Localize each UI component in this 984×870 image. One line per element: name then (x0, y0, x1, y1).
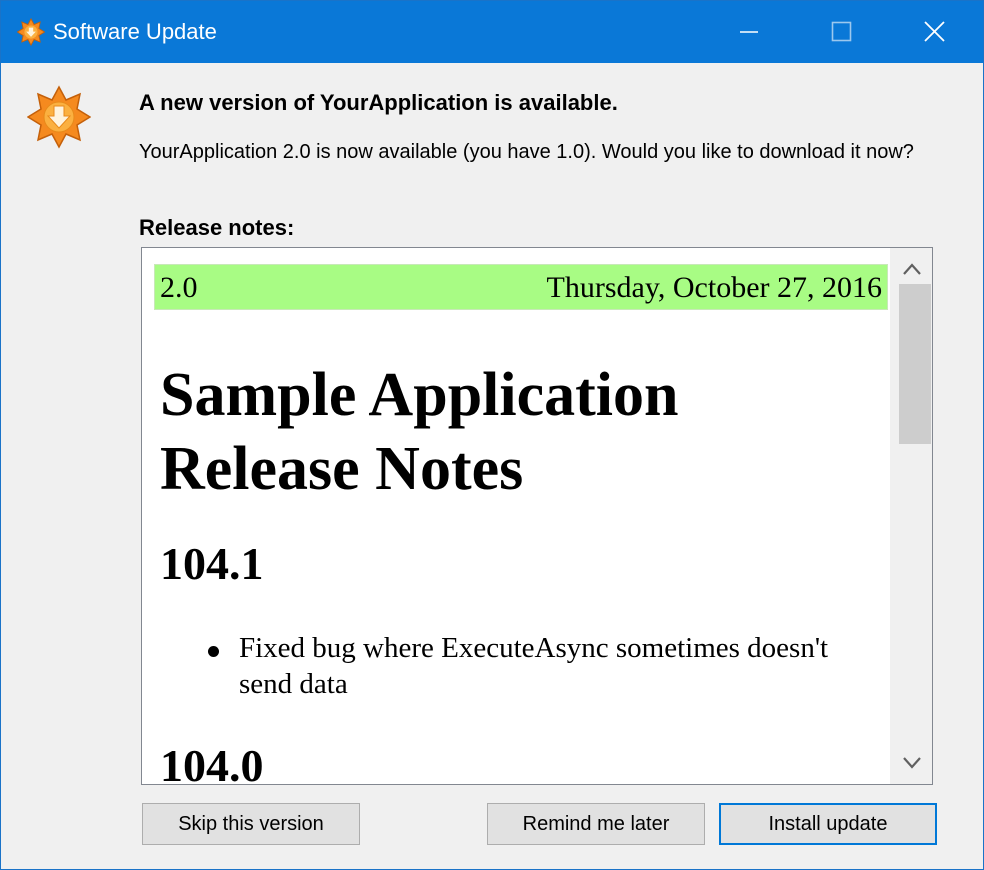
remind-later-button[interactable]: Remind me later (487, 803, 705, 845)
window-title: Software Update (53, 19, 217, 44)
chevron-down-icon (903, 757, 921, 769)
update-star-icon (27, 85, 91, 149)
update-description: YourApplication 2.0 is now available (yo… (139, 141, 914, 163)
release-notes-content[interactable]: 2.0 Thursday, October 27, 2016 Sample Ap… (142, 248, 890, 784)
scroll-up-button[interactable] (890, 248, 932, 284)
section-heading: 104.1 (160, 538, 264, 589)
title-bar[interactable]: Software Update (1, 1, 983, 63)
vertical-scrollbar[interactable] (890, 248, 932, 784)
section-heading: 104.0 (160, 740, 264, 784)
scroll-down-button[interactable] (890, 748, 932, 784)
maximize-button[interactable] (795, 1, 887, 63)
update-headline: A new version of YourApplication is avai… (139, 90, 618, 115)
version-number: 2.0 (160, 271, 198, 304)
release-notes-heading: Sample Application Release Notes (160, 361, 679, 503)
release-notes-viewer[interactable]: 2.0 Thursday, October 27, 2016 Sample Ap… (141, 247, 933, 785)
version-bar: 2.0 Thursday, October 27, 2016 (154, 264, 888, 310)
maximize-icon (831, 21, 852, 42)
close-button[interactable] (887, 1, 983, 63)
skip-version-button[interactable]: Skip this version (142, 803, 360, 845)
release-notes-label: Release notes: (139, 215, 295, 240)
list-item: Fixed bug where ExecuteAsync sometimes d… (239, 632, 829, 700)
chevron-up-icon (903, 263, 921, 275)
software-update-window: Software Update A new version of YourApp… (0, 0, 984, 870)
update-star-icon (17, 18, 45, 46)
bullet-icon (208, 646, 219, 657)
minimize-button[interactable] (703, 1, 795, 63)
close-icon (924, 21, 945, 42)
minimize-icon (740, 31, 758, 33)
release-date: Thursday, October 27, 2016 (546, 271, 882, 304)
install-update-button[interactable]: Install update (719, 803, 937, 845)
scrollbar-thumb[interactable] (899, 284, 931, 444)
